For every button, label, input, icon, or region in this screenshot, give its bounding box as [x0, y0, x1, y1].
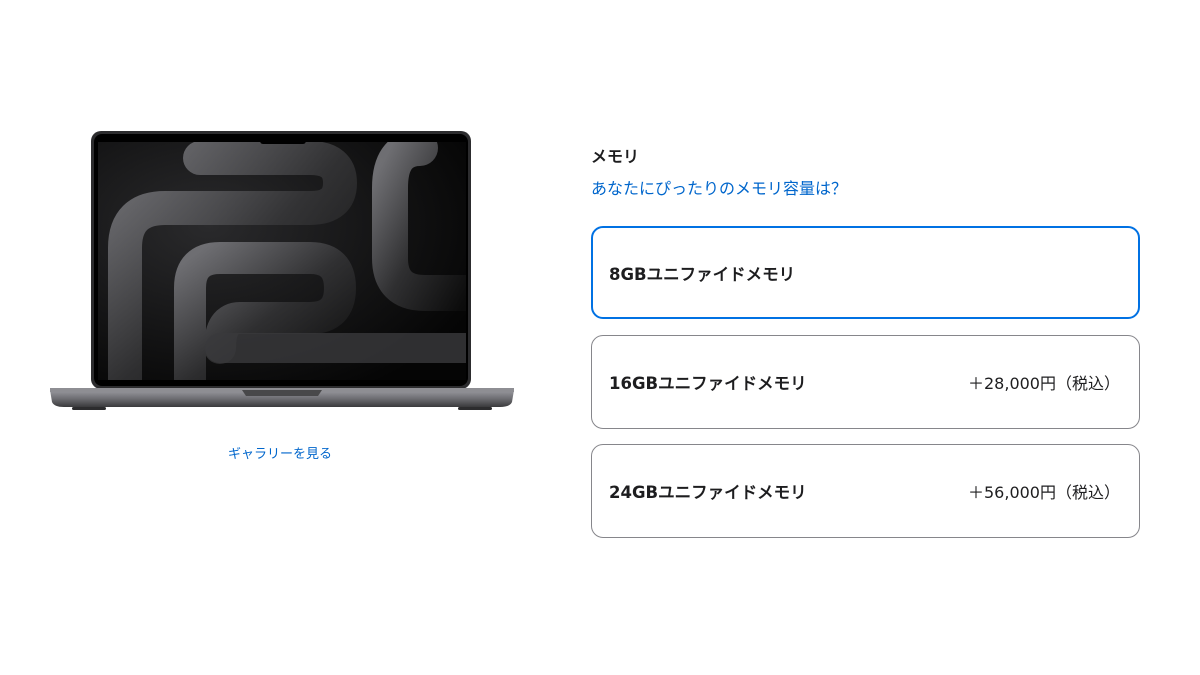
memory-option-24gb[interactable]: 24GBユニファイドメモリ ＋56,000円（税込）	[591, 444, 1140, 538]
memory-option-8gb[interactable]: 8GBユニファイドメモリ	[591, 226, 1140, 319]
macbook-pro-illustration	[50, 131, 514, 410]
option-label: 16GBユニファイドメモリ	[609, 374, 807, 393]
gallery-link[interactable]: ギャラリーを見る	[180, 443, 380, 462]
option-label: 24GBユニファイドメモリ	[609, 483, 807, 502]
memory-heading: メモリ	[591, 147, 640, 166]
product-image	[50, 128, 514, 412]
memory-help-link[interactable]: あなたにぴったりのメモリ容量は？	[591, 175, 847, 199]
option-label: 8GBユニファイドメモリ	[609, 264, 796, 284]
option-price: ＋56,000円（税込）	[968, 483, 1120, 502]
memory-option-16gb[interactable]: 16GBユニファイドメモリ ＋28,000円（税込）	[591, 335, 1140, 429]
option-price: ＋28,000円（税込）	[968, 374, 1120, 393]
